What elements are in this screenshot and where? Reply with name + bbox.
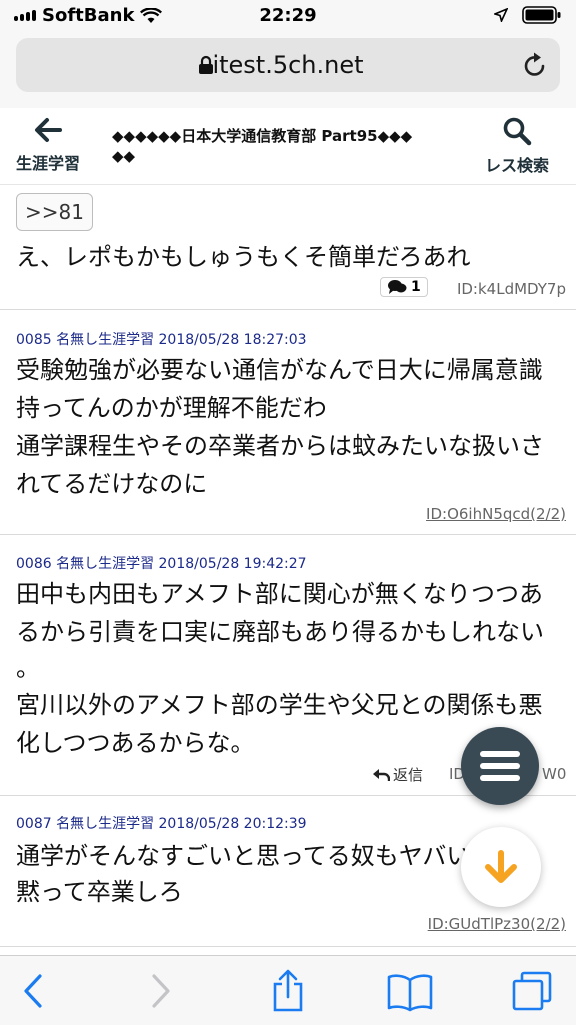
location-arrow-icon xyxy=(494,8,508,22)
battery-icon xyxy=(522,6,561,24)
post-body-line: 宮川以外のアメフト部の学生や父兄との関係も悪 xyxy=(16,691,543,719)
post-anchor-link[interactable]: >>81 xyxy=(16,193,93,231)
response-search-label: レス検索 xyxy=(485,156,550,175)
post-body-line: 通学課程生やその卒業者からは蚊みたいな扱いさ xyxy=(16,432,544,460)
post-id[interactable]: ID:GUdTlPz30(2/2) xyxy=(428,915,566,933)
reply-count-button[interactable]: 1 xyxy=(380,277,428,297)
post-id[interactable]: ID:k4LdMDY7p xyxy=(457,280,566,298)
post-body-line: 化しつつあるからな。 xyxy=(16,729,255,757)
hamburger-icon xyxy=(480,751,520,757)
reply-button[interactable]: 返信 xyxy=(372,764,423,785)
reply-count: 1 xyxy=(411,279,421,295)
share-icon[interactable] xyxy=(268,968,308,1012)
post-body-line: るから引責を口実に廃部もあり得るかもしれない xyxy=(16,618,544,646)
search-icon xyxy=(503,117,532,146)
post-body-line: 受験勉強が必要ない通信がなんで日大に帰属意識 xyxy=(16,356,543,384)
reply-arrow-icon xyxy=(373,768,390,781)
post-body-line: 通学がそんなすごいと思ってる奴もヤバい xyxy=(16,842,471,870)
arrow-down-icon xyxy=(485,850,517,883)
thread-title: ◆◆◆◆◆◆日本大学通信教育部 Part95◆◆◆ ◆◆ xyxy=(112,126,464,166)
board-back-button[interactable]: 生涯学習 xyxy=(16,116,80,174)
thread-header: 生涯学習 ◆◆◆◆◆◆日本大学通信教育部 Part95◆◆◆ ◆◆ レス検索 xyxy=(0,108,576,185)
speech-bubbles-icon xyxy=(388,280,407,294)
back-icon[interactable] xyxy=(20,972,46,1010)
thread-title-line2: ◆◆ xyxy=(112,147,136,165)
hamburger-icon xyxy=(480,775,520,781)
post-item: >>81 え、レポもかもしゅうもくそ簡単だろあれ 1 ID:k4LdMDY7p xyxy=(0,185,576,310)
scroll-down-button[interactable] xyxy=(461,827,541,907)
reply-label: 返信 xyxy=(393,766,424,784)
post-body-line: 。 xyxy=(16,654,40,682)
post-body-line: 持ってんのかが理解不能だわ xyxy=(16,394,327,422)
url-domain: itest.5ch.net xyxy=(212,51,364,79)
post-body-line: 黙って卒業しろ xyxy=(16,878,183,906)
browser-chrome: itest.5ch.net xyxy=(0,32,576,109)
post-body-line: え、レポもかもしゅうもくそ簡単だろあれ xyxy=(16,243,471,271)
post-meta: 0086 名無し生涯学習 2018/05/28 19:42:27 xyxy=(16,556,307,572)
post-id-partial-end[interactable]: W0 xyxy=(542,765,566,783)
post-meta: 0085 名無し生涯学習 2018/05/28 18:27:03 xyxy=(16,332,307,348)
response-search-button[interactable]: レス検索 xyxy=(485,116,549,176)
reload-icon[interactable] xyxy=(522,51,548,79)
status-right xyxy=(494,6,562,24)
post-body-line: れてるだけなのに xyxy=(16,470,208,498)
status-bar: SoftBank 22:29 xyxy=(0,0,576,32)
post-meta: 0087 名無し生涯学習 2018/05/28 20:12:39 xyxy=(16,816,307,832)
menu-fab-button[interactable] xyxy=(461,727,539,805)
hamburger-icon xyxy=(480,763,520,769)
arrow-left-icon xyxy=(35,118,62,142)
bookmarks-icon[interactable] xyxy=(386,972,434,1012)
address-bar[interactable]: itest.5ch.net xyxy=(16,38,560,92)
board-back-label: 生涯学習 xyxy=(16,154,81,173)
post-body-line: 田中も内田もアメフト部に関心が無くなりつつあ xyxy=(16,580,544,608)
forward-icon[interactable] xyxy=(148,972,174,1010)
clock: 22:29 xyxy=(259,5,317,26)
tabs-icon[interactable] xyxy=(510,970,554,1012)
thread-title-line1: ◆◆◆◆◆◆日本大学通信教育部 Part95◆◆◆ xyxy=(112,127,413,145)
post-item: 0085 名無し生涯学習 2018/05/28 18:27:03 受験勉強が必要… xyxy=(0,310,576,535)
post-id[interactable]: ID:O6ihN5qcd(2/2) xyxy=(426,505,566,523)
safari-toolbar xyxy=(0,955,576,1025)
